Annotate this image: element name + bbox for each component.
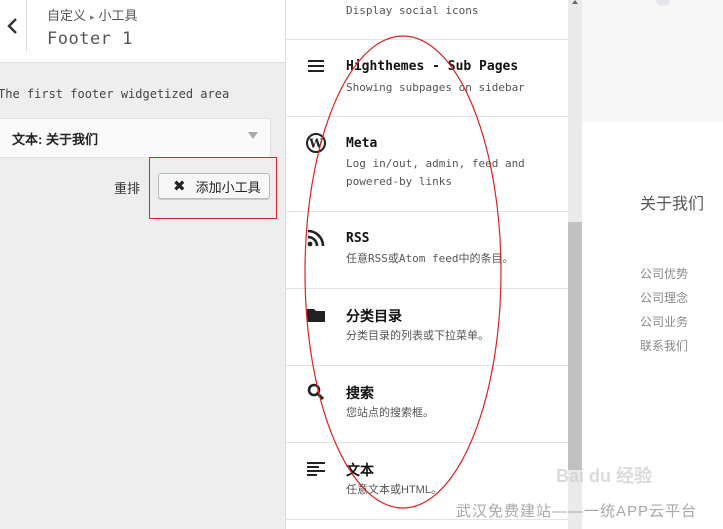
widget-option-desc: 任意文本或HTML。 — [346, 484, 442, 496]
widget-option-categories[interactable]: 分类目录 分类目录的列表或下拉菜单。 — [286, 289, 569, 366]
widget-option-desc: Showing subpages on sidebar — [346, 81, 525, 94]
preview-link[interactable]: 联系我们 — [640, 337, 688, 354]
list-icon — [306, 56, 326, 76]
widget-option-meta[interactable]: W Meta Log in/out, admin, feed and power… — [286, 117, 569, 212]
breadcrumb: 自定义 ▸ 小工具 — [47, 5, 138, 24]
chevron-left-icon — [7, 18, 17, 34]
widget-option-rss[interactable]: RSS 任意RSS或Atom feed中的条目。 — [286, 212, 569, 289]
scrollbar-thumb[interactable] — [568, 222, 582, 470]
widget-option-name: 文本 — [346, 462, 374, 478]
annotation-rectangle — [149, 157, 277, 219]
panel-title: Footer 1 — [47, 29, 133, 49]
widget-option-social-icons[interactable]: Display social icons — [286, 0, 569, 40]
widget-option-name: Meta — [346, 136, 378, 151]
widget-option-sub-pages[interactable]: Highthemes - Sub Pages Showing subpages … — [286, 40, 569, 117]
panel-header: 自定义 ▸ 小工具 Footer 1 — [0, 0, 285, 63]
widget-option-name: RSS — [346, 231, 370, 246]
breadcrumb-parent: 自定义 — [47, 8, 87, 23]
watermark: 武汉免费建站——一统APP云平台 — [456, 503, 698, 520]
preview-link[interactable]: 公司理念 — [640, 289, 688, 306]
widget-option-name: 搜索 — [346, 385, 374, 401]
svg-text:W: W — [308, 137, 323, 151]
breadcrumb-separator-icon: ▸ — [90, 12, 95, 22]
preview-link[interactable]: 公司优势 — [640, 265, 688, 282]
area-description: The first footer widgetized area — [0, 87, 230, 101]
widget-option-name: Highthemes - Sub Pages — [346, 59, 519, 74]
widget-item-text[interactable]: 文本: 关于我们 — [0, 118, 271, 158]
breadcrumb-child: 小工具 — [98, 8, 138, 23]
rss-icon — [306, 228, 326, 248]
widget-option-name: 分类目录 — [346, 308, 402, 324]
preview-widget-heading: 关于我们 — [640, 196, 705, 213]
wordpress-icon: W — [306, 133, 326, 153]
scroll-up-arrow-icon[interactable] — [572, 0, 578, 4]
available-widgets-list: Display social icons Highthemes - Sub Pa… — [285, 0, 569, 529]
preview-top-section — [582, 0, 723, 122]
expand-arrow-icon[interactable] — [248, 132, 258, 139]
folder-icon — [306, 305, 326, 325]
widget-option-desc: 分类目录的列表或下拉菜单。 — [346, 330, 489, 342]
widget-option-search[interactable]: 搜索 您站点的搜索框。 — [286, 366, 569, 443]
widget-option-desc: Display social icons — [346, 4, 479, 17]
widget-option-desc: Log in/out, admin, feed and powered-by l… — [346, 157, 525, 188]
reorder-link[interactable]: 重排 — [114, 178, 140, 197]
back-button[interactable] — [0, 0, 27, 52]
text-icon — [306, 459, 326, 479]
baidu-logo: Bai du 经验 — [556, 466, 653, 486]
customizer-panel: 自定义 ▸ 小工具 Footer 1 The first footer widget… — [0, 0, 285, 529]
search-icon — [306, 382, 326, 402]
preview-link[interactable]: 公司业务 — [640, 313, 688, 330]
widget-option-desc: 您站点的搜索框。 — [346, 407, 434, 419]
widget-option-desc: 任意RSS或Atom feed中的条目。 — [346, 252, 514, 265]
widget-item-title: 文本: 关于我们 — [12, 132, 98, 147]
